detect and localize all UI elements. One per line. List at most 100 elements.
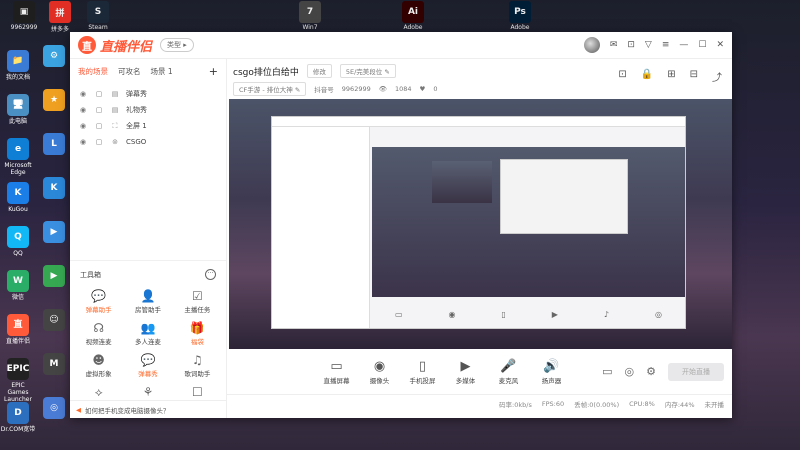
source-item[interactable]: ◉ ▢ ⊚ CSGO [78,134,218,150]
shortcut-glyph: Q [7,226,29,248]
top-app-icon[interactable]: ▣ 9962999 [4,0,44,31]
source-item[interactable]: ◉ ▢ ▤ 弹幕秀 [78,86,218,102]
top-app-icon[interactable]: 拼拼多多 [40,0,80,33]
visibility-icon[interactable]: ◉ [78,138,88,146]
desktop-shortcut[interactable]: ▶ [36,265,72,289]
menu-icon[interactable]: ≡ [662,40,670,50]
user-avatar[interactable] [583,37,600,53]
record-icon[interactable]: ▭ [602,365,612,378]
tool-label: 房管助手 [134,306,161,314]
desktop-shortcut[interactable]: ★ [36,89,72,113]
lock-icon[interactable]: ▢ [94,138,104,146]
source-item[interactable]: ◉ ▢ ▤ 礼物秀 [78,102,218,118]
top-app-icon[interactable]: Ps Adobe [500,0,540,31]
modify-title-button[interactable]: 修改 [306,64,332,78]
tool-item[interactable]: 👤 房管助手 [123,288,172,314]
shortcut-glyph: ★ [43,89,65,111]
tab-scene-1[interactable]: 场景 1 [151,66,173,77]
help-tip[interactable]: ◀ 如何把手机变成电脑摄像头？ [70,400,226,418]
tool-item[interactable]: 🎁 福袋 [173,320,222,346]
shortcut-glyph: e [7,138,29,160]
tool-item[interactable]: ⟡ [74,384,123,400]
start-live-button[interactable]: 开始直播 [668,362,724,381]
tool-item[interactable]: ☐ [173,384,222,400]
grid-icon[interactable]: ⊞ [667,69,675,84]
app-logo: 直 直播伴侣 [78,36,152,55]
source-type-icon: ⊚ [112,138,118,146]
lock-icon[interactable]: ▢ [94,122,104,130]
tool-item[interactable]: ⚘ [123,384,172,400]
lock-icon[interactable]: ▢ [94,90,104,98]
desktop-shortcut[interactable]: 📁 我的文档 [0,50,36,81]
tool-item[interactable]: ☻ 虚拟形象 [74,352,123,378]
share-icon[interactable]: ⤴ [712,69,722,84]
category-chip[interactable]: 5E/完美段位 ✎ [339,64,396,78]
desktop-shortcut[interactable]: 🖥 此电脑 [0,94,36,125]
tool-item[interactable]: ☑ 主播任务 [173,288,222,314]
desktop-shortcut[interactable]: K KuGou [0,182,36,213]
desktop-shortcut[interactable]: EPIC EPIC Games Launcher [0,358,36,403]
source-item[interactable]: ◉ ▢ ⛶ 全屏 1 [78,118,218,134]
source-controls: ▭ 直播屏幕 ◉ 摄像头 ▯ 手机投屏 ▶ 多媒体 🎤 麦克风 🔊 扬声器 ▭ ◎ ⚙ 开始直播 [227,349,732,394]
screen-icon[interactable]: ⊡ [627,40,635,50]
maximize-icon[interactable]: ☐ [698,40,706,50]
tool-item[interactable]: 💬 弹幕秀 [123,352,172,378]
source-control-button[interactable]: ▶ 多媒体 [444,359,487,385]
filter-icon[interactable]: ▽ [645,40,652,50]
shortcut-glyph: ☺ [43,309,65,331]
tool-item[interactable]: ♫ 歌词助手 [173,352,222,378]
source-control-button[interactable]: 🎤 麦克风 [487,359,530,385]
desktop-shortcut[interactable]: L [36,133,72,157]
desktop-shortcut[interactable]: e Microsoft Edge [0,138,36,176]
tool-label: 弹幕助手 [85,306,112,314]
split-icon[interactable]: ⊟ [690,69,698,84]
tool-item[interactable]: 👥 多人连麦 [123,320,172,346]
desktop-shortcut[interactable]: ☺ [36,309,72,333]
minimize-icon[interactable]: — [679,40,688,50]
message-icon[interactable]: ✉ [610,40,618,50]
desktop-shortcut[interactable]: M [36,353,72,377]
desktop-shortcut[interactable]: ▶ [36,221,72,245]
more-icon[interactable]: ··· [205,269,216,280]
desktop-shortcut[interactable]: W 微信 [0,270,36,301]
desktop-shortcut[interactable]: Q QQ [0,226,36,257]
visibility-icon[interactable]: ◉ [78,106,88,114]
visibility-icon[interactable]: ◉ [78,90,88,98]
live-preview[interactable]: ▭ ◉ ▯ ▶ ♪ ◎ [229,99,732,349]
source-control-button[interactable]: 🔊 扬声器 [530,359,573,385]
toolbox: 工具箱 ··· 💬 弹幕助手 👤 房管助手 ☑ 主播任务 ☊ 视频连麦 👥 多人连麦 🎁 福袋 ☻ 虚拟形… [70,260,226,400]
layout-icon[interactable]: ⊡ [618,69,626,84]
preview-toggle-icon[interactable]: ◎ [625,365,635,378]
tool-icon: ☑ [191,289,203,303]
shortcut-glyph: W [7,270,29,292]
add-scene-icon[interactable]: + [209,65,218,78]
game-category[interactable]: CF手游 - 排位大神 ✎ [233,82,307,96]
desktop-shortcut[interactable]: D Dr.COM宽带 [0,402,36,433]
top-app-icon[interactable]: Ai Adobe [393,0,433,31]
close-icon[interactable]: ✕ [716,40,724,50]
type-button[interactable]: 类型 ▸ [160,38,194,52]
tool-item[interactable]: ☊ 视频连麦 [74,320,123,346]
type-label: 类型 [167,41,182,49]
tool-item[interactable]: 💬 弹幕助手 [74,288,123,314]
dropped-frames: 丢帧:0(0.00%) [574,400,620,409]
desktop-shortcut[interactable]: K [36,177,72,201]
tab-scene-2[interactable]: 可攻名 [118,66,141,77]
desktop-shortcut[interactable]: ◎ [36,397,72,421]
controls-right: ▭ ◎ ⚙ 开始直播 [602,362,724,381]
desktop-shortcut[interactable]: ⚙ [36,45,72,69]
stream-title: csgo排位白给中 [233,67,299,78]
source-control-button[interactable]: ▭ 直播屏幕 [315,359,358,385]
top-app-icon[interactable]: 7 Win7 [290,0,330,31]
tab-my-scenes[interactable]: 我的场景 [78,66,108,77]
lock-icon[interactable]: 🔒 [641,69,653,84]
settings-icon[interactable]: ⚙ [646,365,656,378]
source-control-button[interactable]: ◉ 摄像头 [358,359,401,385]
visibility-icon[interactable]: ◉ [78,122,88,130]
memory-usage: 内存:44% [664,400,695,409]
source-control-button[interactable]: ▯ 手机投屏 [401,359,444,385]
app-label: 9962999 [10,24,38,31]
desktop-shortcut[interactable]: 直直播伴侣 [0,314,36,345]
lock-icon[interactable]: ▢ [94,106,104,114]
top-app-icon[interactable]: S Steam [78,0,118,31]
